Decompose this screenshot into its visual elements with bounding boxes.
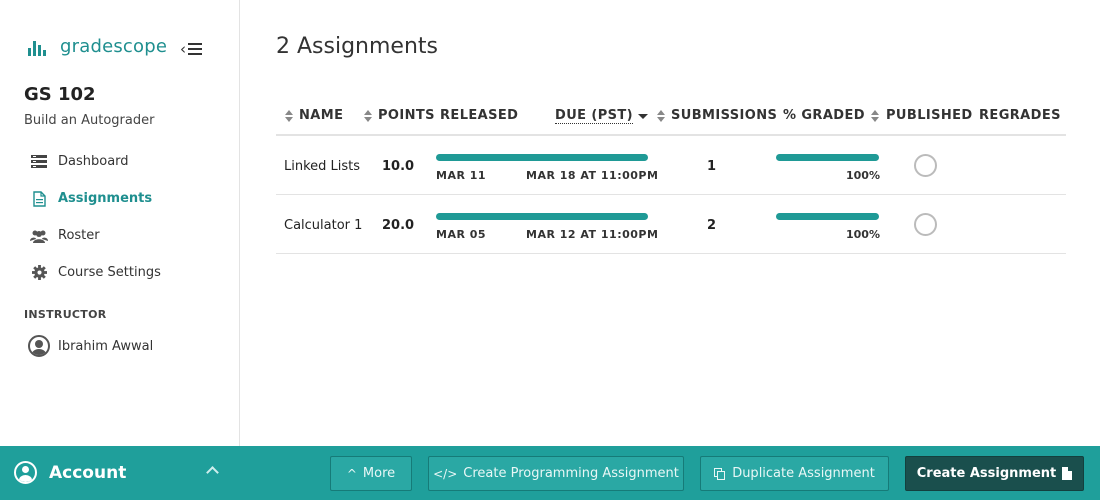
sidebar-item-assignments[interactable]: Assignments: [30, 180, 161, 217]
create-programming-assignment-button[interactable]: </> Create Programming Assignment: [428, 456, 684, 491]
due-date: MAR 12 AT 11:00PM: [526, 228, 659, 241]
release-due-bar: [436, 213, 648, 220]
header-regrades: REGRADES: [979, 108, 1061, 123]
instructor-name: Ibrahim Awwal: [58, 338, 154, 354]
header-published: PUBLISHED: [886, 108, 973, 123]
document-icon: [30, 190, 48, 207]
sort-icon: [284, 109, 294, 122]
dashboard-icon: [30, 154, 48, 170]
graded-percent: 100%: [846, 169, 880, 182]
assignment-name-link[interactable]: Linked Lists: [284, 159, 360, 174]
page-title: 2 Assignments: [276, 34, 438, 59]
instructor-item[interactable]: Ibrahim Awwal: [28, 335, 153, 357]
sidebar-item-dashboard[interactable]: Dashboard: [30, 143, 161, 180]
button-label: More: [362, 466, 396, 481]
button-label: Create Programming Assignment: [463, 466, 679, 481]
chevron-left-icon: ‹: [180, 40, 186, 58]
header-label: NAME: [299, 108, 344, 123]
published-toggle[interactable]: [914, 154, 937, 177]
sidebar-item-label: Dashboard: [58, 154, 129, 169]
header-submissions[interactable]: SUBMISSIONS: [656, 108, 777, 123]
header-label: RELEASED: [440, 108, 519, 123]
sidebar-item-label: Assignments: [58, 191, 153, 206]
graded-progress-bar: [776, 213, 879, 220]
header-label: REGRADES: [979, 108, 1061, 123]
sort-icon: [363, 109, 373, 122]
sort-icon: [656, 109, 666, 122]
button-label: Duplicate Assignment: [732, 466, 875, 481]
header-label: POINTS: [378, 108, 435, 123]
header-label: PUBLISHED: [886, 108, 973, 123]
submissions-count[interactable]: 2: [707, 218, 716, 233]
avatar-icon: [28, 335, 50, 357]
menu-icon: [188, 43, 202, 55]
sidebar: gradescope ‹ GS 102 Build an Autograder …: [0, 0, 240, 446]
sort-icon: [870, 109, 880, 122]
gear-icon: [30, 265, 48, 281]
assignment-points: 20.0: [382, 218, 415, 233]
sidebar-item-label: Course Settings: [58, 265, 161, 280]
collapse-sidebar-button[interactable]: ‹: [180, 40, 202, 58]
graded-progress-bar: [776, 154, 879, 161]
table-row: Calculator 1 20.0 MAR 05 MAR 12 AT 11:00…: [276, 195, 1066, 254]
course-subtitle: Build an Autograder: [24, 113, 155, 128]
button-label: Create Assignment: [916, 466, 1057, 481]
users-icon: [30, 228, 48, 244]
brand-name: gradescope: [60, 36, 168, 57]
table-row: Linked Lists 10.0 MAR 11 MAR 18 AT 11:00…: [276, 136, 1066, 195]
brand-logo-link[interactable]: gradescope: [28, 36, 167, 57]
caret-down-icon: [638, 113, 648, 119]
main-content: 2 Assignments NAME POINTS RELEASED DUE (…: [240, 0, 1100, 446]
assignment-name-link[interactable]: Calculator 1: [284, 218, 362, 233]
account-label: Account: [49, 462, 127, 483]
header-graded[interactable]: % GRADED: [783, 108, 880, 123]
user-circle-icon: [14, 461, 37, 484]
assignment-points: 10.0: [382, 159, 415, 174]
chevron-up-icon: ^: [346, 466, 357, 481]
header-points[interactable]: POINTS: [363, 108, 435, 123]
header-due[interactable]: DUE (PST): [555, 108, 648, 124]
more-button[interactable]: ^ More: [330, 456, 412, 491]
release-due-bar: [436, 154, 648, 161]
header-label: DUE (PST): [555, 108, 633, 124]
published-toggle[interactable]: [914, 213, 937, 236]
submissions-count[interactable]: 1: [707, 159, 716, 174]
header-label: % GRADED: [783, 108, 865, 123]
course-title: GS 102: [24, 84, 96, 105]
sidebar-item-roster[interactable]: Roster: [30, 217, 161, 254]
released-date: MAR 05: [436, 228, 487, 241]
graded-percent: 100%: [846, 228, 880, 241]
document-icon: [1062, 467, 1073, 480]
due-date: MAR 18 AT 11:00PM: [526, 169, 659, 182]
instructor-section-label: INSTRUCTOR: [24, 308, 107, 321]
table-header: NAME POINTS RELEASED DUE (PST) SUBMISSIO…: [276, 96, 1066, 136]
assignments-table: NAME POINTS RELEASED DUE (PST) SUBMISSIO…: [276, 96, 1066, 254]
chevron-up-icon[interactable]: [206, 466, 219, 479]
sidebar-nav: Dashboard Assignments Roster Course Sett…: [30, 143, 161, 291]
sidebar-item-course-settings[interactable]: Course Settings: [30, 254, 161, 291]
footer-action-bar: Account ^ More </> Create Programming As…: [0, 446, 1100, 500]
account-menu-button[interactable]: Account: [14, 461, 126, 484]
header-released: RELEASED: [440, 108, 518, 123]
code-icon: </>: [433, 466, 458, 481]
gradescope-logo-icon: [28, 38, 48, 56]
duplicate-assignment-button[interactable]: Duplicate Assignment: [700, 456, 889, 491]
copy-icon: [714, 467, 726, 480]
create-assignment-button[interactable]: Create Assignment: [905, 456, 1084, 491]
sidebar-item-label: Roster: [58, 228, 100, 243]
header-label: SUBMISSIONS: [671, 108, 778, 123]
released-date: MAR 11: [436, 169, 487, 182]
header-name[interactable]: NAME: [284, 108, 343, 123]
